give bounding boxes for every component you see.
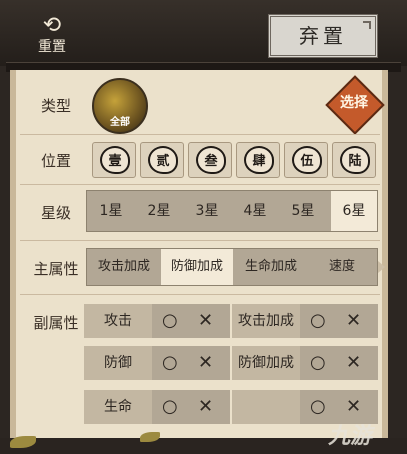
sub-attr-item: 攻击 ○ ✕ bbox=[84, 304, 230, 338]
sub-attr-controls: ○ ✕ bbox=[300, 346, 378, 380]
divider bbox=[20, 240, 380, 241]
sub-attr-item: 攻击加成 ○ ✕ bbox=[232, 304, 378, 338]
type-label: 类型 bbox=[40, 97, 71, 115]
sub-attr-controls: ○ ✕ bbox=[300, 304, 378, 338]
divider bbox=[20, 134, 380, 135]
main-attr-option-selected[interactable]: 防御加成 bbox=[161, 249, 233, 285]
refresh-icon: ⟲ bbox=[42, 13, 62, 38]
position-slot-3[interactable]: 叁 bbox=[188, 142, 232, 178]
choose-label: 选择 bbox=[340, 95, 368, 111]
main-attr-selector: 攻击加成 防御加成 生命加成 速度 bbox=[86, 248, 378, 286]
include-circle-icon[interactable]: ○ bbox=[310, 346, 326, 380]
scroll-right-arrow-icon[interactable] bbox=[378, 261, 385, 273]
watermark: 九游 bbox=[326, 424, 377, 449]
type-all-orb[interactable]: 全部 bbox=[92, 78, 148, 134]
sub-attr-name: 防御 bbox=[84, 346, 152, 380]
divider bbox=[20, 184, 380, 185]
sub-attr-name: 攻击 bbox=[84, 304, 152, 338]
star-option[interactable]: 2星 bbox=[135, 191, 183, 231]
position-badge: 伍 bbox=[292, 146, 322, 174]
position-badge: 陆 bbox=[340, 146, 370, 174]
position-label: 位置 bbox=[40, 152, 71, 170]
sub-attr-name: 生命 bbox=[84, 390, 152, 424]
position-badge: 壹 bbox=[100, 146, 130, 174]
position-badge: 叁 bbox=[196, 146, 226, 174]
exclude-x-icon[interactable]: ✕ bbox=[198, 304, 213, 338]
position-badge: 肆 bbox=[244, 146, 274, 174]
star-option-selected[interactable]: 6星 bbox=[331, 191, 377, 231]
sub-attr-controls: ○ ✕ bbox=[152, 346, 230, 380]
reset-label: 重置 bbox=[38, 39, 66, 55]
sub-attr-item: 防御 ○ ✕ bbox=[84, 346, 230, 380]
include-circle-icon[interactable]: ○ bbox=[162, 390, 178, 424]
type-value: 全部 bbox=[110, 117, 130, 128]
position-slot-5[interactable]: 伍 bbox=[284, 142, 328, 178]
main-attr-option[interactable]: 生命加成 bbox=[235, 249, 307, 285]
star-label: 星级 bbox=[40, 204, 71, 222]
main-attr-option[interactable]: 速度 bbox=[307, 249, 377, 285]
exclude-x-icon[interactable]: ✕ bbox=[346, 304, 361, 338]
reset-button[interactable]: ⟲ 重置 bbox=[30, 14, 74, 64]
exclude-x-icon[interactable]: ✕ bbox=[346, 346, 361, 380]
include-circle-icon[interactable]: ○ bbox=[310, 304, 326, 338]
discard-button[interactable]: 弃置 bbox=[268, 14, 378, 58]
position-slot-6[interactable]: 陆 bbox=[332, 142, 376, 178]
position-slot-4[interactable]: 肆 bbox=[236, 142, 280, 178]
sub-attr-controls: ○ ✕ bbox=[152, 390, 230, 424]
star-option[interactable]: 5星 bbox=[279, 191, 327, 231]
star-option[interactable]: 4星 bbox=[231, 191, 279, 231]
exclude-x-icon[interactable]: ✕ bbox=[198, 390, 213, 424]
include-circle-icon[interactable]: ○ bbox=[162, 304, 178, 338]
sub-attr-item: 防御加成 ○ ✕ bbox=[232, 346, 378, 380]
divider bbox=[20, 294, 380, 295]
include-circle-icon[interactable]: ○ bbox=[310, 390, 326, 424]
main-attr-label: 主属性 bbox=[33, 260, 79, 278]
exclude-x-icon[interactable]: ✕ bbox=[198, 346, 213, 380]
sub-attr-item: 生命 ○ ✕ bbox=[84, 390, 230, 424]
sub-attr-controls: ○ ✕ bbox=[152, 304, 230, 338]
sub-attr-name: 防御加成 bbox=[232, 346, 300, 380]
star-option[interactable]: 3星 bbox=[183, 191, 231, 231]
sub-attr-label: 副属性 bbox=[33, 314, 79, 332]
sub-attr-name bbox=[232, 390, 300, 424]
main-attr-option[interactable]: 攻击加成 bbox=[87, 249, 161, 285]
position-slot-1[interactable]: 壹 bbox=[92, 142, 136, 178]
include-circle-icon[interactable]: ○ bbox=[162, 346, 178, 380]
position-badge: 贰 bbox=[148, 146, 178, 174]
position-slot-2[interactable]: 贰 bbox=[140, 142, 184, 178]
star-selector: 1星 2星 3星 4星 5星 6星 bbox=[86, 190, 378, 232]
sub-attr-name: 攻击加成 bbox=[232, 304, 300, 338]
star-option[interactable]: 1星 bbox=[87, 191, 135, 231]
